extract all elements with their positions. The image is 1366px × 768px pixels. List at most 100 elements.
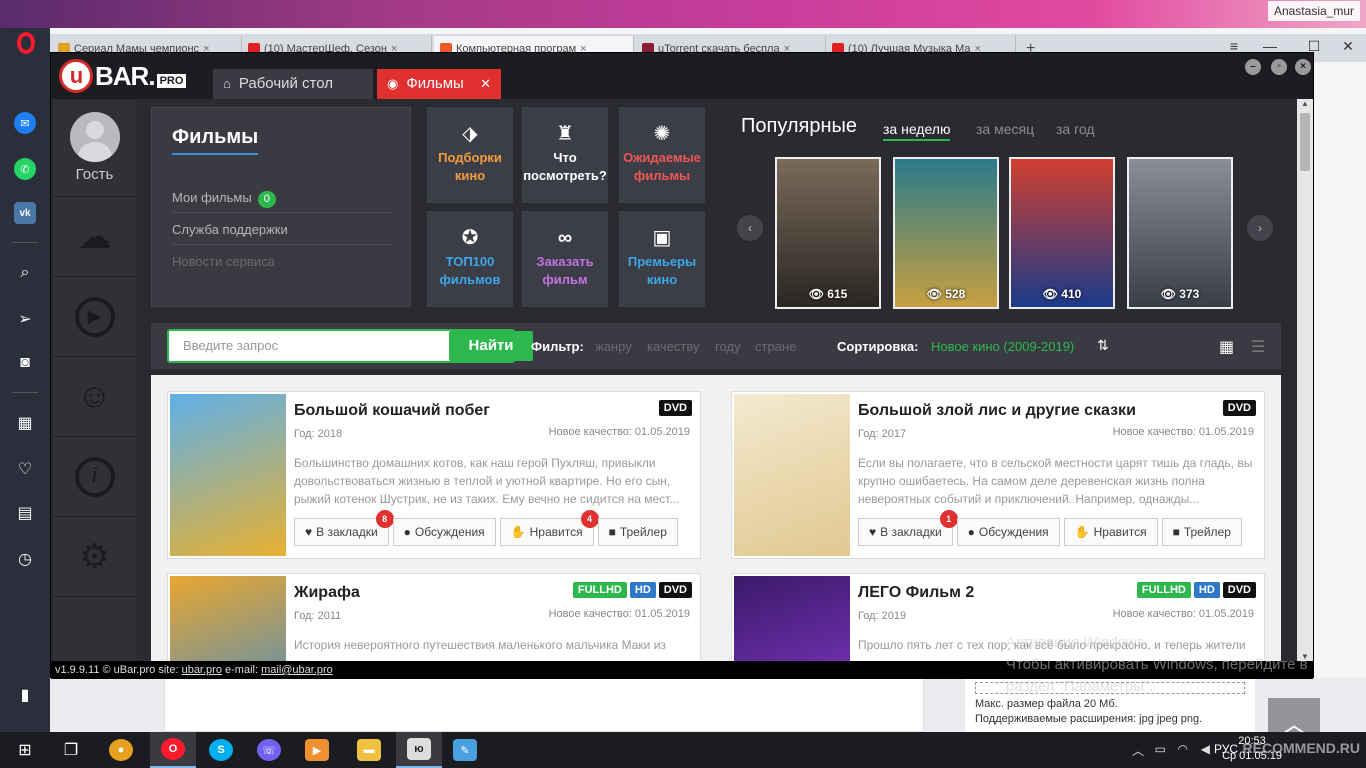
tray-up-arrow-icon[interactable]: ︿	[1132, 742, 1144, 759]
search-input[interactable]: Введите запрос Найти	[167, 329, 533, 363]
trailer-button[interactable]: ■ Трейлер	[1161, 518, 1242, 546]
network-icon[interactable]: ▭	[1155, 742, 1166, 756]
tab-films[interactable]: ◉ Фильмы ✕	[377, 69, 501, 99]
history-icon[interactable]: ◷	[14, 548, 36, 570]
carousel-next-icon[interactable]: ›	[1247, 215, 1273, 241]
tile-premieres[interactable]: ▣ Премьеры кино	[619, 211, 705, 307]
ubar-taskbar-icon[interactable]: ю	[396, 732, 442, 768]
opera-logo-icon[interactable]	[17, 32, 35, 54]
site-label: site:	[158, 664, 179, 676]
popular-tab-year[interactable]: за год	[1056, 121, 1095, 137]
tile-top100[interactable]: ✪ ТОП100 фильмов	[427, 211, 513, 307]
bookmark-button[interactable]: ♥ В закладки 8	[294, 510, 394, 546]
windows-taskbar: ⊞ ❐ ● O S ☏ ▶ ▬ ю ✎ ︿ ▭ ◠ ◀ РУС 20:53 Ср…	[0, 732, 1366, 768]
filter-genre[interactable]: жанру	[595, 339, 632, 354]
paint-icon[interactable]: ✎	[442, 732, 488, 768]
news-link[interactable]: Новости сервиса	[172, 254, 275, 269]
trailer-button[interactable]: ■ Трейлер	[597, 518, 678, 546]
my-films-link[interactable]: Мои фильмы 0	[172, 190, 276, 208]
discuss-button[interactable]: ● Обсуждения	[956, 518, 1060, 546]
vk-icon[interactable]: vk	[14, 202, 36, 224]
nav-play[interactable]: ▶	[53, 277, 136, 357]
wifi-icon[interactable]: ◠	[1178, 742, 1188, 756]
news-icon[interactable]: ▤	[14, 502, 36, 524]
grid-view-icon[interactable]: ▦	[1219, 337, 1234, 357]
discuss-button[interactable]: ● Обсуждения	[392, 518, 496, 546]
app-maximize-button[interactable]: ▫	[1271, 59, 1287, 75]
ubar-scrollbar[interactable]: ▲ ▼	[1297, 99, 1313, 661]
movie-card[interactable]: Жирафа FULLHD HD DVD Год: 2011 Новое кач…	[167, 573, 701, 661]
popular-tab-week[interactable]: за неделю	[883, 121, 951, 141]
nav-download[interactable]: ☁	[53, 197, 136, 277]
popular-tab-month[interactable]: за месяц	[976, 121, 1034, 137]
movie-poster[interactable]	[734, 576, 850, 661]
nav-info[interactable]: i	[53, 437, 136, 517]
like-button[interactable]: ✋ Нравится 4	[499, 510, 599, 546]
popular-poster[interactable]: 👁 373	[1127, 157, 1233, 309]
movie-title[interactable]: Большой злой лис и другие сказки	[858, 402, 1136, 420]
tile-what-to-watch[interactable]: ♜ Что посмотреть?	[522, 107, 608, 203]
list-view-icon[interactable]: ☰	[1251, 337, 1265, 357]
popular-poster[interactable]: 👁 615	[775, 157, 881, 309]
tab-desktop[interactable]: ⌂ Рабочий стол	[213, 69, 373, 99]
guest-profile[interactable]: Гость	[53, 99, 136, 197]
volume-icon[interactable]: ◀	[1201, 742, 1210, 756]
windows-start-icon[interactable]: ⊞	[2, 732, 48, 768]
filter-quality[interactable]: качеству	[647, 339, 700, 354]
sort-order-icon[interactable]: ⇅	[1097, 337, 1109, 354]
carousel-prev-icon[interactable]: ‹	[737, 215, 763, 241]
chrome-icon[interactable]: ●	[98, 732, 144, 768]
tile-order-film[interactable]: ∞ Заказать фильм	[522, 211, 608, 307]
page-text-area[interactable]	[164, 678, 924, 732]
file-explorer-icon[interactable]: ▬	[346, 732, 392, 768]
app-close-button[interactable]: ×	[1295, 59, 1311, 75]
filter-label: Фильтр:	[531, 339, 584, 354]
skype-icon[interactable]: S	[198, 732, 244, 768]
bookmark-button[interactable]: ♥ В закладки 1	[858, 510, 958, 546]
send-icon[interactable]: ➢	[14, 308, 36, 330]
site-link[interactable]: ubar.pro	[182, 664, 222, 676]
sort-value[interactable]: Новое кино (2009-2019)	[931, 339, 1074, 354]
whatsapp-icon[interactable]: ✆	[14, 158, 36, 180]
movie-card[interactable]: Большой кошачий побег DVD Год: 2018 Ново…	[167, 391, 701, 559]
popular-poster[interactable]: 👁 528	[893, 157, 999, 309]
camera-icon[interactable]: ◙	[14, 352, 36, 374]
scrollbar-thumb[interactable]	[1300, 113, 1310, 171]
close-tab-icon[interactable]: ✕	[480, 69, 491, 99]
movie-title[interactable]: ЛЕГО Фильм 2	[858, 584, 974, 602]
search-icon[interactable]: ⌕	[14, 262, 36, 284]
movie-poster[interactable]	[734, 394, 850, 556]
tile-collections[interactable]: ⬗ Подборки кино	[427, 107, 513, 203]
email-link[interactable]: mail@ubar.pro	[261, 664, 333, 676]
opera-taskbar-icon[interactable]: O	[150, 732, 196, 768]
sidebar-toggle-icon[interactable]: ▮	[14, 684, 36, 706]
filter-year[interactable]: году	[715, 339, 741, 354]
media-player-icon[interactable]: ▶	[294, 732, 340, 768]
popular-poster[interactable]: 👁 410	[1009, 157, 1115, 309]
movie-quality-date: Новое качество: 01.05.2019	[1112, 426, 1254, 438]
tile-expected[interactable]: ✺ Ожидаемые фильмы	[619, 107, 705, 203]
heart-icon[interactable]: ♡	[14, 458, 36, 480]
tile-label: фильмов	[439, 272, 501, 287]
movie-poster[interactable]	[170, 394, 286, 556]
search-button[interactable]: Найти	[449, 331, 533, 361]
viber-icon[interactable]: ☏	[246, 732, 292, 768]
support-link[interactable]: Служба поддержки	[172, 222, 288, 237]
movie-poster[interactable]	[170, 576, 286, 661]
movie-card[interactable]: Большой злой лис и другие сказки DVD Год…	[731, 391, 1265, 559]
app-minimize-button[interactable]: –	[1245, 59, 1261, 75]
grid-icon[interactable]: ▦	[14, 412, 36, 434]
task-view-icon[interactable]: ❐	[48, 732, 94, 768]
filter-country[interactable]: стране	[755, 339, 796, 354]
tile-label: Премьеры	[627, 254, 697, 269]
like-button[interactable]: ✋ Нравится	[1063, 518, 1158, 546]
movie-title[interactable]: Жирафа	[294, 584, 360, 602]
video-icon: ■	[1172, 525, 1180, 539]
messenger-icon[interactable]: ✉	[14, 112, 36, 134]
tile-label: фильмы	[633, 168, 691, 183]
scroll-up-icon[interactable]: ▲	[1297, 99, 1313, 108]
nav-support[interactable]: ☺	[53, 357, 136, 437]
close-window-icon[interactable]: ✕	[1334, 38, 1362, 55]
movie-title[interactable]: Большой кошачий побег	[294, 402, 490, 420]
nav-settings[interactable]: ⚙	[53, 517, 136, 597]
